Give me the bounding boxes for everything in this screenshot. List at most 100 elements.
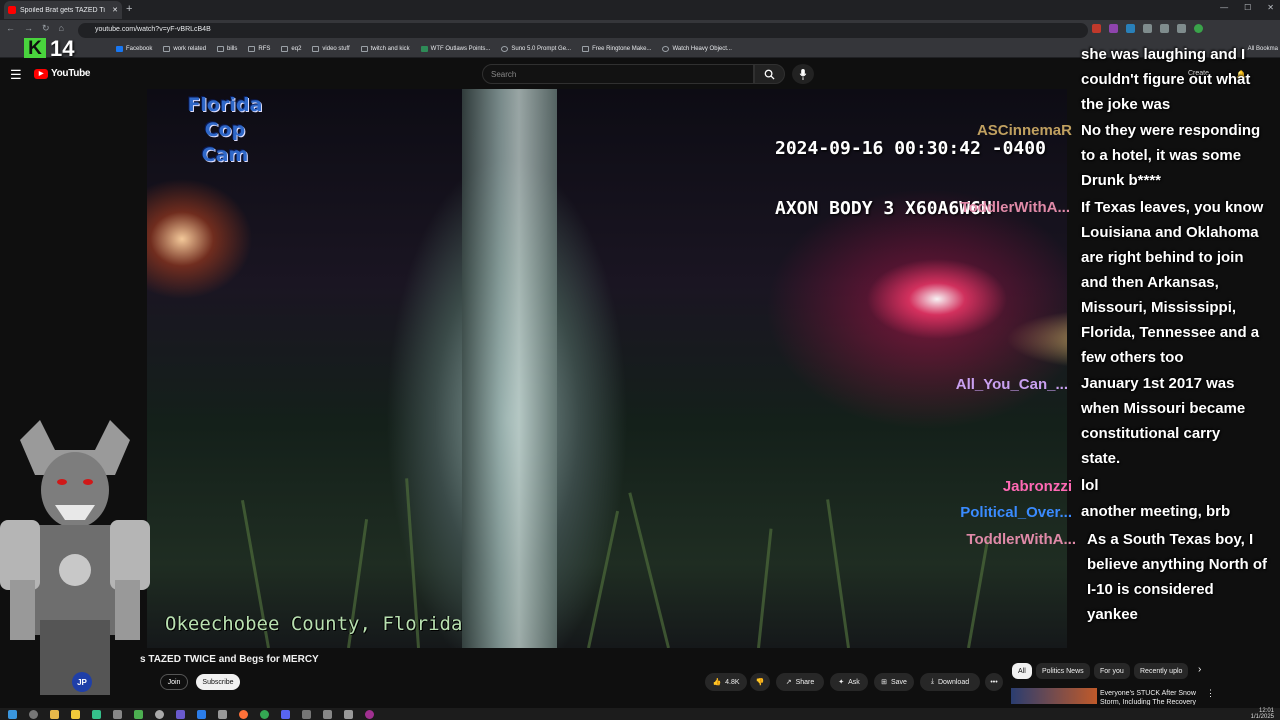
app-icon[interactable] bbox=[218, 709, 227, 719]
chip-recently-uploaded[interactable]: Recently uplo bbox=[1134, 663, 1189, 679]
bookmark-folder[interactable]: video stuff bbox=[312, 46, 350, 52]
dislike-button[interactable]: 👎 bbox=[750, 673, 770, 691]
youtube-favicon-icon bbox=[8, 6, 16, 14]
start-icon[interactable] bbox=[8, 709, 17, 719]
facebook-icon bbox=[116, 46, 123, 52]
join-button[interactable]: Join bbox=[160, 674, 188, 690]
download-button[interactable]: ⤓ Download bbox=[920, 673, 980, 691]
recommendation-menu-icon[interactable]: ⋮ bbox=[1206, 688, 1215, 699]
search-taskbar-icon[interactable] bbox=[29, 709, 38, 719]
channel-watermark: Florida Cop Cam bbox=[165, 93, 285, 168]
folder-icon bbox=[312, 46, 320, 52]
chip-politics-news[interactable]: Politics News bbox=[1036, 663, 1090, 679]
chat-message: another meeting, brb bbox=[1081, 503, 1231, 520]
app-icon[interactable] bbox=[344, 709, 353, 719]
bookmark-folder[interactable]: twitch and kick bbox=[360, 46, 410, 52]
recommendation-title[interactable]: Everyone's STUCK After Snow Storm, Inclu… bbox=[1100, 689, 1204, 705]
subscribe-button[interactable]: Subscribe bbox=[196, 674, 240, 690]
video-title: s TAZED TWICE and Begs for MERCY bbox=[140, 654, 319, 665]
app-icon[interactable] bbox=[197, 709, 206, 719]
bookmark-folder[interactable]: bills bbox=[217, 46, 237, 52]
forward-icon[interactable]: → bbox=[24, 23, 33, 34]
obs-icon[interactable] bbox=[365, 709, 374, 719]
extension-icon[interactable] bbox=[1143, 24, 1152, 33]
bookmark-folder[interactable]: work related bbox=[163, 46, 206, 52]
app-icon[interactable] bbox=[155, 709, 164, 719]
search-icon bbox=[764, 69, 775, 80]
bookmark-item[interactable]: Suno 5.0 Prompt Ge... bbox=[501, 46, 571, 52]
bookmark-item[interactable]: WTF Outlaws Points... bbox=[420, 46, 490, 52]
search-button[interactable] bbox=[754, 64, 785, 84]
streamer-avatar-art bbox=[0, 420, 150, 695]
chevron-right-icon[interactable]: › bbox=[1198, 664, 1201, 675]
window-controls: — ☐ ✕ bbox=[1220, 3, 1274, 12]
kick-logo-icon: K bbox=[24, 38, 46, 60]
firefox-icon[interactable] bbox=[239, 709, 248, 719]
bodycam-timestamp: 2024-09-16 00:30:42 -0400 AXON BODY 3 X6… bbox=[775, 99, 1046, 259]
minimize-icon[interactable]: — bbox=[1220, 3, 1228, 12]
search-input[interactable]: Search bbox=[482, 64, 754, 84]
watermark-line: Florida bbox=[187, 94, 263, 116]
app-icon[interactable] bbox=[92, 709, 101, 719]
create-button[interactable]: Create bbox=[1188, 70, 1209, 77]
extension-icon[interactable] bbox=[1109, 24, 1118, 33]
extension-icon[interactable] bbox=[1160, 24, 1169, 33]
os-taskbar bbox=[0, 708, 1280, 720]
voice-search-button[interactable] bbox=[792, 64, 814, 84]
app-icon[interactable] bbox=[302, 709, 311, 719]
site-icon bbox=[420, 46, 428, 52]
extension-icon[interactable] bbox=[1092, 24, 1101, 33]
app-icon[interactable] bbox=[323, 709, 332, 719]
address-bar[interactable]: youtube.com/watch?v=yF-vBRLcB4B bbox=[78, 23, 1088, 38]
ask-button[interactable]: ✦ Ask bbox=[830, 673, 868, 691]
close-window-icon[interactable]: ✕ bbox=[1267, 3, 1274, 12]
browser-tab[interactable]: Spoiled Brat gets TAZED Ti ✕ bbox=[4, 1, 122, 19]
more-actions-button[interactable]: ••• bbox=[985, 673, 1003, 691]
chip-all[interactable]: All bbox=[1012, 663, 1032, 679]
back-icon[interactable]: ← bbox=[6, 23, 15, 34]
youtube-logo[interactable]: ▶ YouTube bbox=[34, 68, 91, 79]
video-player[interactable]: Florida Cop Cam 2024-09-16 00:30:42 -040… bbox=[147, 89, 1067, 648]
video-frame-tree bbox=[462, 89, 557, 648]
app-icon[interactable] bbox=[71, 709, 80, 719]
home-icon[interactable]: ⌂ bbox=[59, 23, 64, 34]
reload-icon[interactable]: ↻ bbox=[42, 23, 50, 34]
bookmark-folder[interactable]: eq2 bbox=[281, 46, 301, 52]
chat-message: January 1st 2017 was when Missouri became… bbox=[1081, 375, 1246, 467]
system-tray-clock[interactable]: 12:01 1/1/2025 bbox=[1251, 708, 1274, 720]
microphone-icon bbox=[799, 68, 807, 80]
like-button[interactable]: 👍 4.8K bbox=[705, 673, 747, 691]
tab-title: Spoiled Brat gets TAZED Ti bbox=[20, 6, 105, 14]
menu-icon[interactable]: ☰ bbox=[10, 67, 22, 83]
bookmark-item[interactable]: Watch Heavy Object... bbox=[662, 46, 732, 52]
watermark-line: Cam bbox=[201, 144, 249, 166]
save-button[interactable]: ⊞ Save bbox=[874, 673, 914, 691]
app-icon[interactable] bbox=[113, 709, 122, 719]
folder-icon bbox=[163, 46, 171, 52]
app-icon[interactable] bbox=[134, 709, 143, 719]
share-icon: ↗ bbox=[785, 679, 792, 686]
all-bookmarks-button[interactable]: All Bookma bbox=[1248, 46, 1278, 52]
new-tab-button[interactable]: + bbox=[126, 3, 132, 15]
app-icon[interactable] bbox=[176, 709, 185, 719]
maximize-icon[interactable]: ☐ bbox=[1244, 3, 1251, 12]
channel-avatar[interactable]: JP bbox=[72, 672, 92, 692]
chrome-icon[interactable] bbox=[260, 709, 269, 719]
sparkle-icon: ✦ bbox=[838, 679, 845, 686]
bookmark-item[interactable]: Facebook bbox=[116, 46, 152, 52]
notifications-icon[interactable]: 🔔 bbox=[1236, 70, 1246, 79]
recommendation-thumbnail[interactable] bbox=[1011, 688, 1097, 704]
extension-icon[interactable] bbox=[1177, 24, 1186, 33]
chip-for-you[interactable]: For you bbox=[1094, 663, 1130, 679]
bookmark-folder[interactable]: RFS bbox=[248, 46, 270, 52]
profile-avatar-icon[interactable] bbox=[1194, 24, 1203, 33]
watermark-line: Cop bbox=[204, 119, 246, 141]
extensions-bar bbox=[1092, 24, 1203, 33]
close-tab-icon[interactable]: ✕ bbox=[112, 6, 118, 14]
bookmark-item[interactable]: Free Ringtone Make... bbox=[582, 46, 651, 52]
folder-icon bbox=[281, 46, 289, 52]
extension-icon[interactable] bbox=[1126, 24, 1135, 33]
share-button[interactable]: ↗ Share bbox=[776, 673, 824, 691]
discord-icon[interactable] bbox=[281, 709, 290, 719]
file-explorer-icon[interactable] bbox=[50, 709, 59, 719]
